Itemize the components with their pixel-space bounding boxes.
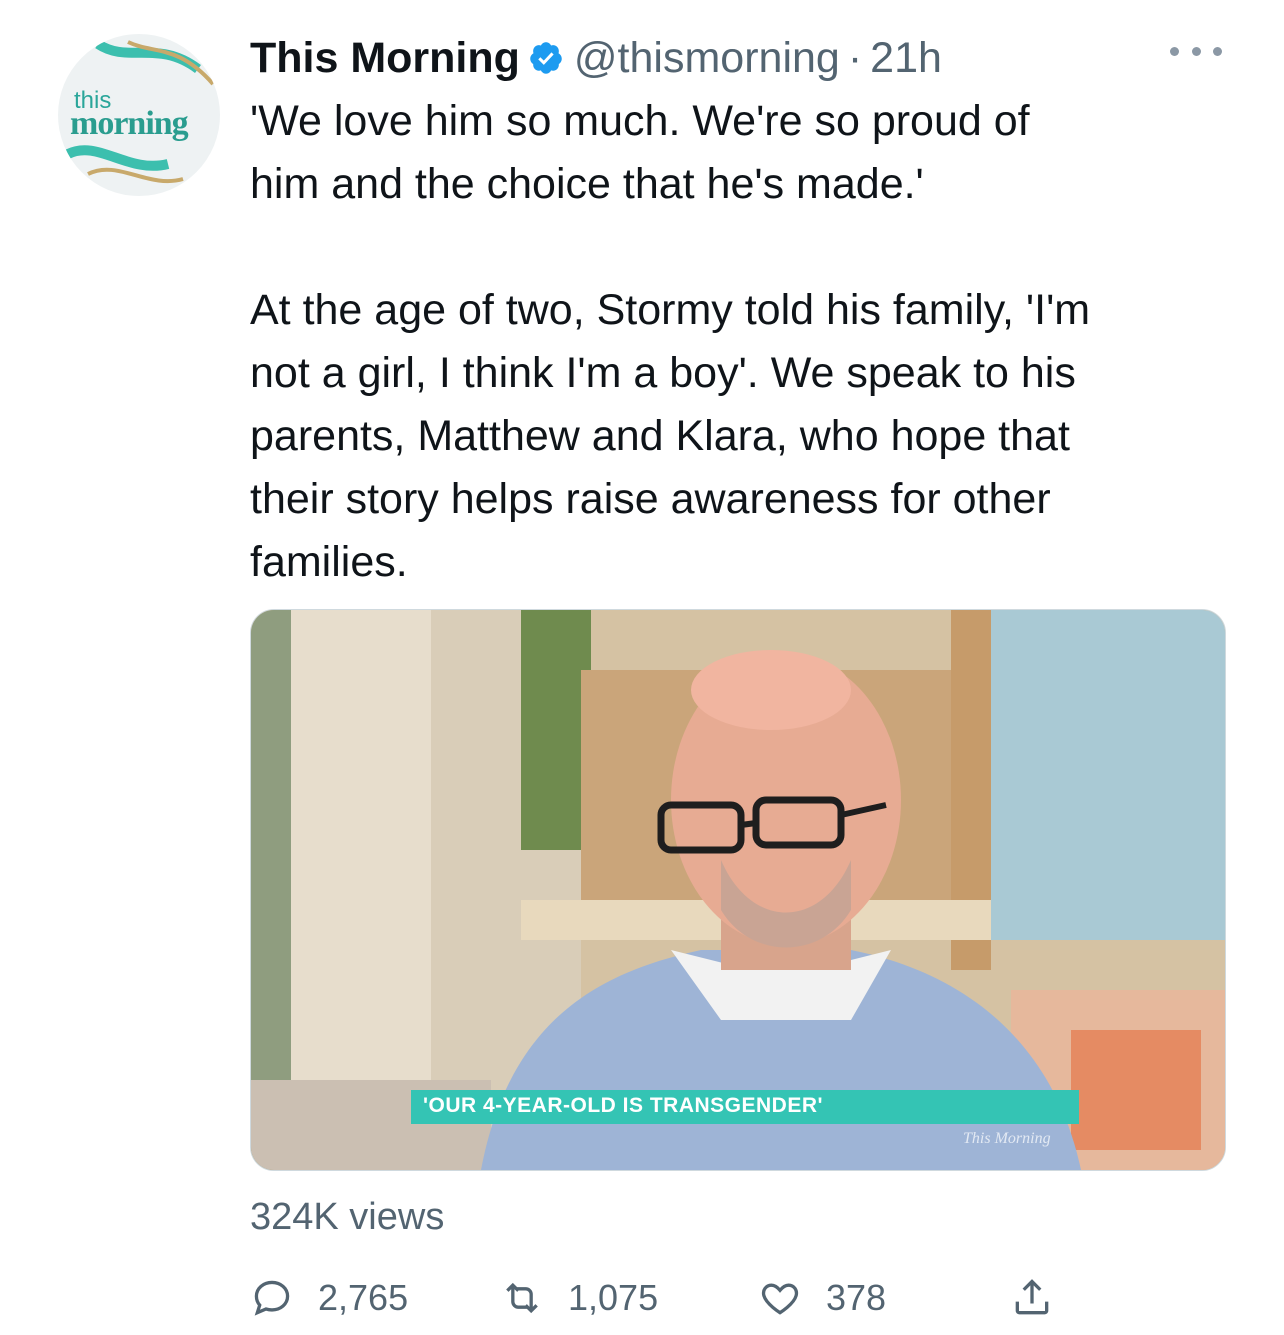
retweet-count: 1,075 xyxy=(568,1277,659,1318)
verified-badge-icon xyxy=(530,42,562,74)
handle[interactable]: @thismorning xyxy=(574,34,840,83)
like-button[interactable]: 378 xyxy=(758,1268,886,1328)
reply-button[interactable]: 2,765 xyxy=(250,1268,408,1328)
video-frame xyxy=(251,610,1225,1170)
retweet-icon xyxy=(506,1282,538,1314)
reply-count: 2,765 xyxy=(318,1277,409,1318)
retweet-button[interactable]: 1,075 xyxy=(500,1268,658,1328)
more-dot xyxy=(1191,46,1201,56)
separator: · xyxy=(847,33,863,82)
tweet-header: This Morning @thismorning · 21h xyxy=(250,30,942,86)
more-icon[interactable] xyxy=(1170,34,1222,68)
video-player[interactable]: 'OUR 4-YEAR-OLD IS TRANSGENDER' This Mor… xyxy=(250,609,1226,1171)
avatar-line2: morning xyxy=(70,105,189,142)
timestamp[interactable]: 21h xyxy=(870,34,942,83)
reply-icon xyxy=(254,1280,290,1316)
share-icon xyxy=(1015,1279,1049,1315)
like-icon xyxy=(761,1283,799,1315)
avatar[interactable]: this morning xyxy=(58,34,220,196)
more-dot xyxy=(1213,46,1222,56)
action-bar: 2,765 1,075 378 xyxy=(250,1268,1230,1328)
video-watermark: This Morning xyxy=(963,1130,1051,1147)
video-caption: 'OUR 4-YEAR-OLD IS TRANSGENDER' xyxy=(423,1094,824,1117)
tweet-text: 'We love him so much. We're so proud of … xyxy=(250,97,1091,586)
view-count: 324K views xyxy=(250,1196,445,1238)
like-count: 378 xyxy=(826,1277,887,1318)
more-dot xyxy=(1170,46,1179,56)
display-name[interactable]: This Morning xyxy=(250,34,520,83)
share-button[interactable] xyxy=(1010,1268,1054,1328)
this-morning-logo: this morning xyxy=(70,89,210,141)
